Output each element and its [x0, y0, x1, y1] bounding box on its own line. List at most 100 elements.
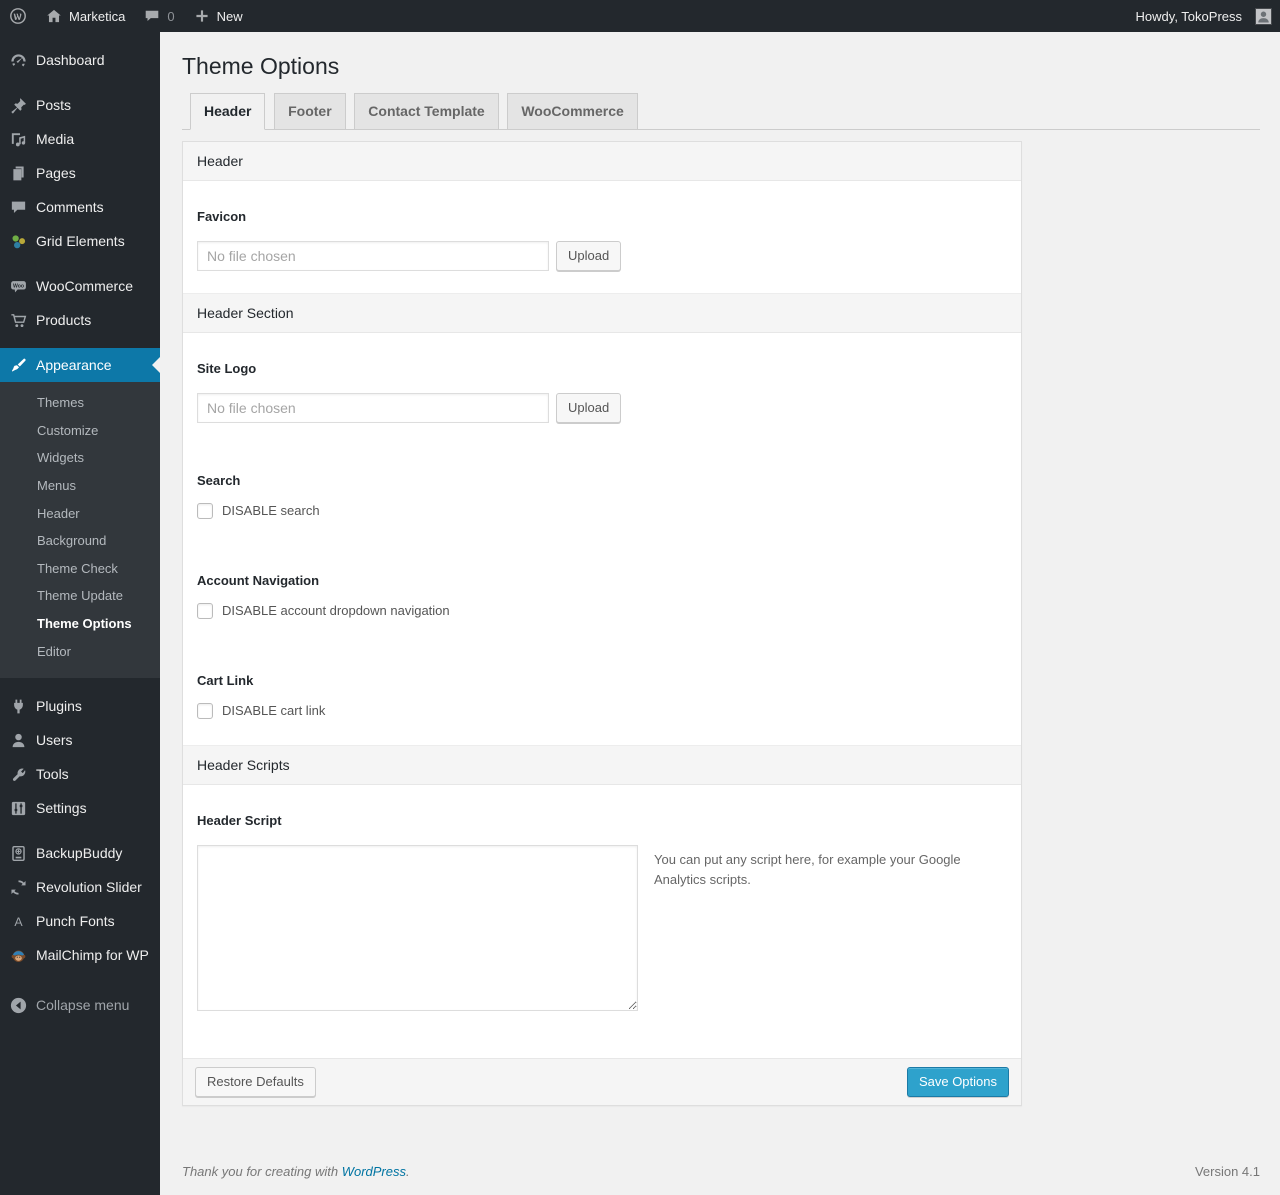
- media-icon: [0, 130, 36, 149]
- favicon-file-input[interactable]: [197, 240, 549, 271]
- sidebar-item-label: Posts: [36, 97, 72, 113]
- dashboard-icon: [0, 51, 36, 70]
- thanks-prefix: Thank you for creating with: [182, 1163, 342, 1179]
- sidebar-item-grid-elements[interactable]: Grid Elements: [0, 224, 160, 258]
- collapse-menu-button[interactable]: Collapse menu: [0, 988, 160, 1022]
- tab-header[interactable]: Header: [190, 93, 266, 130]
- svg-text:A: A: [14, 915, 23, 929]
- sidebar-item-punch-fonts[interactable]: A Punch Fonts: [0, 904, 160, 938]
- site-name-link[interactable]: Marketica: [36, 0, 134, 32]
- sidebar-item-posts[interactable]: Posts: [0, 88, 160, 122]
- menu-separator: [0, 825, 160, 836]
- sidebar-item-label: Plugins: [36, 698, 82, 715]
- submenu-item-background[interactable]: Background: [0, 527, 160, 555]
- my-account-link[interactable]: Howdy, TokoPress: [1127, 0, 1272, 32]
- sidebar-item-products[interactable]: Products: [0, 303, 160, 337]
- sidebar-item-label: Pages: [36, 165, 76, 181]
- field-label: Favicon: [197, 208, 247, 224]
- disable-cart-link-row[interactable]: DISABLE cart link: [197, 702, 1007, 719]
- account-navigation-field: Account Navigation DISABLE account dropd…: [183, 545, 1021, 619]
- sidebar-item-revolution-slider[interactable]: Revolution Slider: [0, 870, 160, 904]
- mailchimp-monkey-icon: [0, 946, 36, 965]
- thanks-suffix: .: [406, 1163, 410, 1179]
- sidebar-item-label: Revolution Slider: [36, 879, 142, 896]
- submenu-item-theme-update[interactable]: Theme Update: [0, 582, 160, 610]
- disable-account-nav-row[interactable]: DISABLE account dropdown navigation: [197, 602, 1007, 619]
- admin-bar-right: Howdy, TokoPress: [1127, 0, 1280, 32]
- search-field: Search DISABLE search: [183, 445, 1021, 519]
- admin-menu: Dashboard Posts Media Pages Comments Gri…: [0, 43, 160, 1022]
- settings-icon: [0, 799, 36, 818]
- sidebar-item-appearance[interactable]: Appearance: [0, 348, 160, 382]
- save-options-button[interactable]: Save Options: [906, 1066, 1009, 1097]
- sidebar-item-dashboard[interactable]: Dashboard: [0, 43, 160, 77]
- field-label: Header Script: [197, 812, 282, 828]
- submenu-item-widgets[interactable]: Widgets: [0, 444, 160, 472]
- sidebar-item-label: Appearance: [36, 357, 112, 373]
- tab-footer[interactable]: Footer: [274, 93, 346, 130]
- submenu-item-theme-options[interactable]: Theme Options: [0, 610, 160, 638]
- header-script-textarea[interactable]: [197, 844, 638, 1011]
- cart-icon: [0, 311, 36, 330]
- favicon-file-row: Upload: [197, 240, 1007, 271]
- new-label: New: [216, 8, 243, 24]
- wordpress-link[interactable]: WordPress: [342, 1164, 406, 1179]
- submenu-item-editor[interactable]: Editor: [0, 638, 160, 666]
- new-content-link[interactable]: New: [184, 0, 252, 32]
- site-name-label: Marketica: [69, 8, 126, 24]
- comments-bubble-link[interactable]: 0: [134, 0, 183, 32]
- sidebar-item-mailchimp[interactable]: MailChimp for WP: [0, 938, 160, 972]
- tab-woocommerce[interactable]: WooCommerce: [507, 93, 638, 130]
- sidebar-item-label: MailChimp for WP: [36, 947, 149, 964]
- sidebar-item-label: Punch Fonts: [36, 913, 115, 930]
- sidebar-item-users[interactable]: Users: [0, 723, 160, 757]
- sidebar-item-backupbuddy[interactable]: BackupBuddy: [0, 836, 160, 870]
- menu-separator: [0, 678, 160, 689]
- sidebar-item-pages[interactable]: Pages: [0, 156, 160, 190]
- disable-account-nav-checkbox[interactable]: [197, 602, 213, 619]
- submenu-item-header[interactable]: Header: [0, 500, 160, 528]
- site-logo-upload-button[interactable]: Upload: [556, 392, 622, 423]
- checkbox-label[interactable]: DISABLE cart link: [222, 703, 325, 718]
- restore-defaults-button[interactable]: Restore Defaults: [195, 1066, 316, 1097]
- sidebar-item-media[interactable]: Media: [0, 122, 160, 156]
- admin-footer: Thank you for creating with WordPress. V…: [182, 1164, 1260, 1195]
- disable-search-checkbox[interactable]: [197, 502, 213, 519]
- site-logo-file-input[interactable]: [197, 392, 549, 423]
- sidebar-item-woocommerce[interactable]: Woo WooCommerce: [0, 269, 160, 303]
- comments-icon: [0, 198, 36, 217]
- submenu-item-menus[interactable]: Menus: [0, 472, 160, 500]
- disable-cart-link-checkbox[interactable]: [197, 702, 213, 719]
- sidebar-item-settings[interactable]: Settings: [0, 791, 160, 825]
- sidebar-item-label: Collapse menu: [36, 997, 130, 1014]
- home-icon: [45, 7, 63, 25]
- collapse-menu-wrap: Collapse menu: [0, 988, 160, 1022]
- submenu-item-themes[interactable]: Themes: [0, 389, 160, 417]
- checkbox-label[interactable]: DISABLE account dropdown navigation: [222, 603, 450, 618]
- submenu-item-theme-check[interactable]: Theme Check: [0, 555, 160, 583]
- sidebar-item-label: Media: [36, 131, 75, 147]
- sidebar-item-label: BackupBuddy: [36, 845, 123, 862]
- header-script-row: You can put any script here, for example…: [197, 844, 1007, 1058]
- user-icon: [0, 731, 36, 750]
- refresh-icon: [0, 878, 36, 897]
- footer-thanks-text: Thank you for creating with WordPress.: [182, 1164, 410, 1179]
- cart-link-field: Cart Link DISABLE cart link: [183, 645, 1021, 719]
- tab-contact-template[interactable]: Contact Template: [354, 93, 499, 130]
- favicon-upload-button[interactable]: Upload: [556, 240, 622, 271]
- sidebar-item-plugins[interactable]: Plugins: [0, 689, 160, 723]
- sidebar-item-label: Tools: [36, 766, 69, 783]
- checkbox-label[interactable]: DISABLE search: [222, 503, 320, 518]
- wordpress-logo-icon: [9, 7, 27, 25]
- section-header: Header: [183, 141, 1021, 181]
- wp-logo-menu[interactable]: [0, 0, 36, 32]
- sidebar-item-label: Settings: [36, 800, 87, 817]
- submenu-item-customize[interactable]: Customize: [0, 417, 160, 445]
- header-script-field: Header Script You can put any script her…: [183, 785, 1021, 1058]
- disable-search-row[interactable]: DISABLE search: [197, 502, 1007, 519]
- sidebar-item-comments[interactable]: Comments: [0, 190, 160, 224]
- avatar: [1255, 7, 1272, 25]
- sidebar-item-tools[interactable]: Tools: [0, 757, 160, 791]
- sidebar-item-label: Users: [36, 732, 73, 749]
- admin-bar-left: Marketica 0 New: [0, 0, 252, 32]
